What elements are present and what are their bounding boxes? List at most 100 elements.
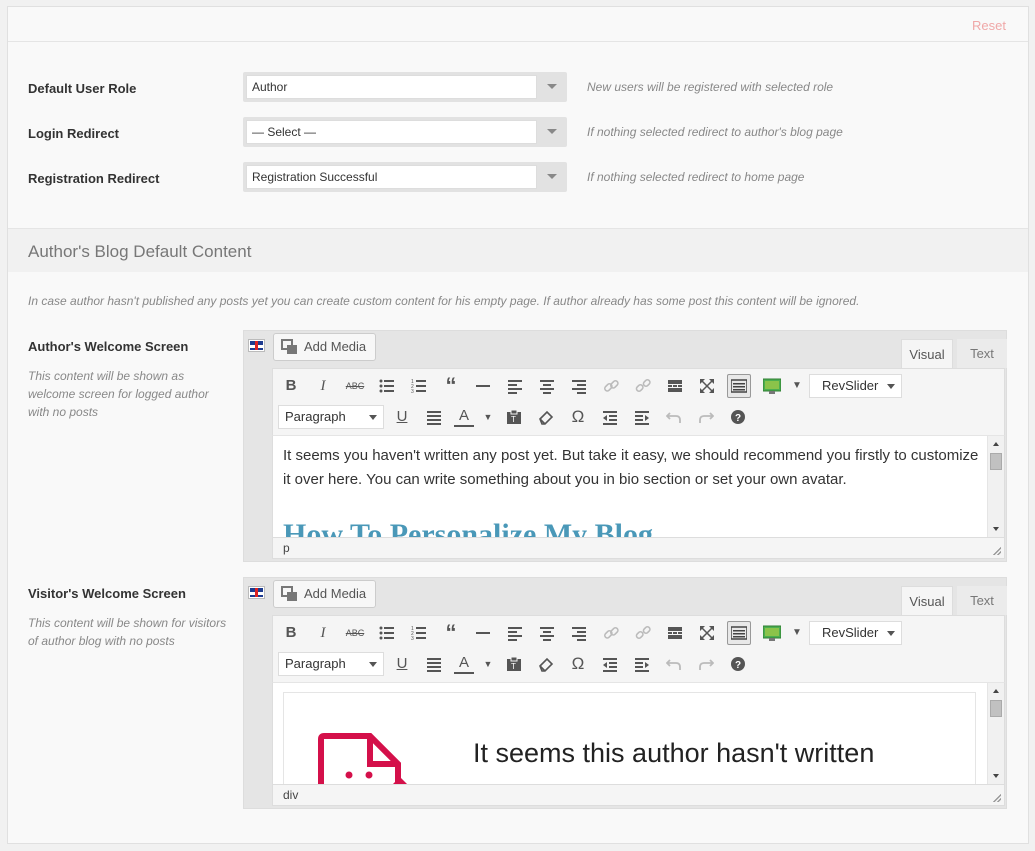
panel-topbar: Reset (8, 7, 1028, 42)
resize-handle-icon[interactable] (993, 547, 1001, 555)
select-value: Registration Successful (246, 165, 537, 189)
horizontal-line-icon[interactable] (471, 621, 495, 645)
italic-icon[interactable]: I (311, 621, 335, 645)
authors-welcome-screen-description: This content will be shown as welcome sc… (28, 369, 209, 419)
bold-icon[interactable]: B (279, 621, 303, 645)
align-left-icon[interactable] (503, 621, 527, 645)
login-redirect-select[interactable]: — Select — (243, 117, 567, 147)
align-left-icon[interactable] (503, 374, 527, 398)
undo-icon[interactable] (662, 405, 686, 429)
scroll-up-icon[interactable] (993, 442, 999, 446)
reset-button[interactable]: Reset (972, 18, 1006, 33)
scroll-up-icon[interactable] (993, 689, 999, 693)
add-media-label: Add Media (304, 586, 367, 601)
format-label: Paragraph (285, 656, 346, 671)
shortcode-icon[interactable] (759, 621, 783, 645)
redo-icon[interactable] (694, 405, 718, 429)
scroll-down-icon[interactable] (993, 527, 999, 531)
indent-icon[interactable] (630, 405, 654, 429)
outdent-icon[interactable] (598, 652, 622, 676)
clear-formatting-icon[interactable] (534, 652, 558, 676)
link-icon[interactable] (599, 621, 623, 645)
undo-icon[interactable] (662, 652, 686, 676)
redo-icon[interactable] (694, 652, 718, 676)
omega-icon[interactable]: Ω (566, 405, 590, 429)
chevron-down-icon[interactable]: ▼ (476, 652, 500, 676)
blockquote-icon[interactable]: “ (439, 621, 463, 645)
registration-redirect-select[interactable]: Registration Successful (243, 162, 567, 192)
strikethrough-icon[interactable]: ABC (343, 374, 367, 398)
scrollbar[interactable] (987, 683, 1004, 784)
indent-icon[interactable] (630, 652, 654, 676)
default-user-role-select[interactable]: Author (243, 72, 567, 102)
format-dropdown[interactable]: Paragraph (278, 652, 384, 676)
paste-text-icon[interactable]: T (502, 652, 526, 676)
toolbar-toggle-icon[interactable] (727, 374, 751, 398)
text-color-icon[interactable]: A (454, 405, 474, 427)
align-center-icon[interactable] (535, 374, 559, 398)
element-path[interactable]: p (283, 541, 290, 555)
scroll-thumb[interactable] (990, 453, 1002, 470)
chevron-down-icon[interactable]: ▼ (476, 405, 500, 429)
blockquote-icon[interactable]: “ (439, 374, 463, 398)
editor-content[interactable]: It seems you haven't written any post ye… (272, 436, 1005, 537)
strikethrough-icon[interactable]: ABC (343, 621, 367, 645)
scroll-thumb[interactable] (990, 700, 1002, 717)
revslider-dropdown[interactable]: RevSlider (809, 374, 902, 398)
text-color-icon[interactable]: A (454, 652, 474, 674)
underline-icon[interactable]: U (390, 405, 414, 429)
editor-statusbar: p (272, 537, 1005, 559)
unlink-icon[interactable] (631, 621, 655, 645)
scroll-down-icon[interactable] (993, 774, 999, 778)
bold-icon[interactable]: B (279, 374, 303, 398)
unlink-icon[interactable] (631, 374, 655, 398)
login-redirect-hint: If nothing selected redirect to author's… (587, 125, 843, 139)
welcome-heading: It seems this author hasn't written (473, 738, 875, 768)
align-right-icon[interactable] (567, 374, 591, 398)
link-icon[interactable] (599, 374, 623, 398)
chevron-down-icon (547, 84, 557, 89)
horizontal-line-icon[interactable] (471, 374, 495, 398)
help-icon[interactable]: ? (726, 652, 750, 676)
chevron-down-icon[interactable]: ▼ (785, 374, 809, 398)
document-icon (318, 733, 407, 784)
shortcode-icon[interactable] (759, 374, 783, 398)
chevron-down-icon[interactable]: ▼ (785, 621, 809, 645)
registration-redirect-hint: If nothing selected redirect to home pag… (587, 170, 805, 184)
element-path[interactable]: div (283, 788, 298, 802)
bullet-list-icon[interactable] (375, 621, 399, 645)
fullscreen-icon[interactable] (695, 374, 719, 398)
read-more-icon[interactable] (663, 374, 687, 398)
italic-icon[interactable]: I (311, 374, 335, 398)
tab-text[interactable]: Text (957, 339, 1007, 368)
outdent-icon[interactable] (598, 405, 622, 429)
scrollbar[interactable] (987, 436, 1004, 537)
bullet-list-icon[interactable] (375, 374, 399, 398)
resize-handle-icon[interactable] (993, 794, 1001, 802)
tab-visual[interactable]: Visual (901, 586, 953, 615)
toolbar-toggle-icon[interactable] (727, 621, 751, 645)
tab-visual[interactable]: Visual (901, 339, 953, 368)
numbered-list-icon[interactable]: 123 (407, 374, 431, 398)
clear-formatting-icon[interactable] (534, 405, 558, 429)
editor-content[interactable]: It seems this author hasn't written (272, 683, 1005, 784)
underline-icon[interactable]: U (390, 652, 414, 676)
justify-icon[interactable] (422, 405, 446, 429)
paste-text-icon[interactable]: T (502, 405, 526, 429)
align-center-icon[interactable] (535, 621, 559, 645)
format-dropdown[interactable]: Paragraph (278, 405, 384, 429)
help-icon[interactable]: ? (726, 405, 750, 429)
justify-icon[interactable] (422, 652, 446, 676)
add-media-button[interactable]: Add Media (273, 333, 376, 361)
revslider-dropdown[interactable]: RevSlider (809, 621, 902, 645)
read-more-icon[interactable] (663, 621, 687, 645)
chevron-down-icon (887, 631, 895, 636)
omega-icon[interactable]: Ω (566, 652, 590, 676)
tab-text[interactable]: Text (957, 586, 1007, 615)
align-right-icon[interactable] (567, 621, 591, 645)
fullscreen-icon[interactable] (695, 621, 719, 645)
svg-text:3: 3 (411, 389, 414, 394)
add-media-button[interactable]: Add Media (273, 580, 376, 608)
numbered-list-icon[interactable]: 123 (407, 621, 431, 645)
uk-flag-icon (248, 586, 265, 599)
